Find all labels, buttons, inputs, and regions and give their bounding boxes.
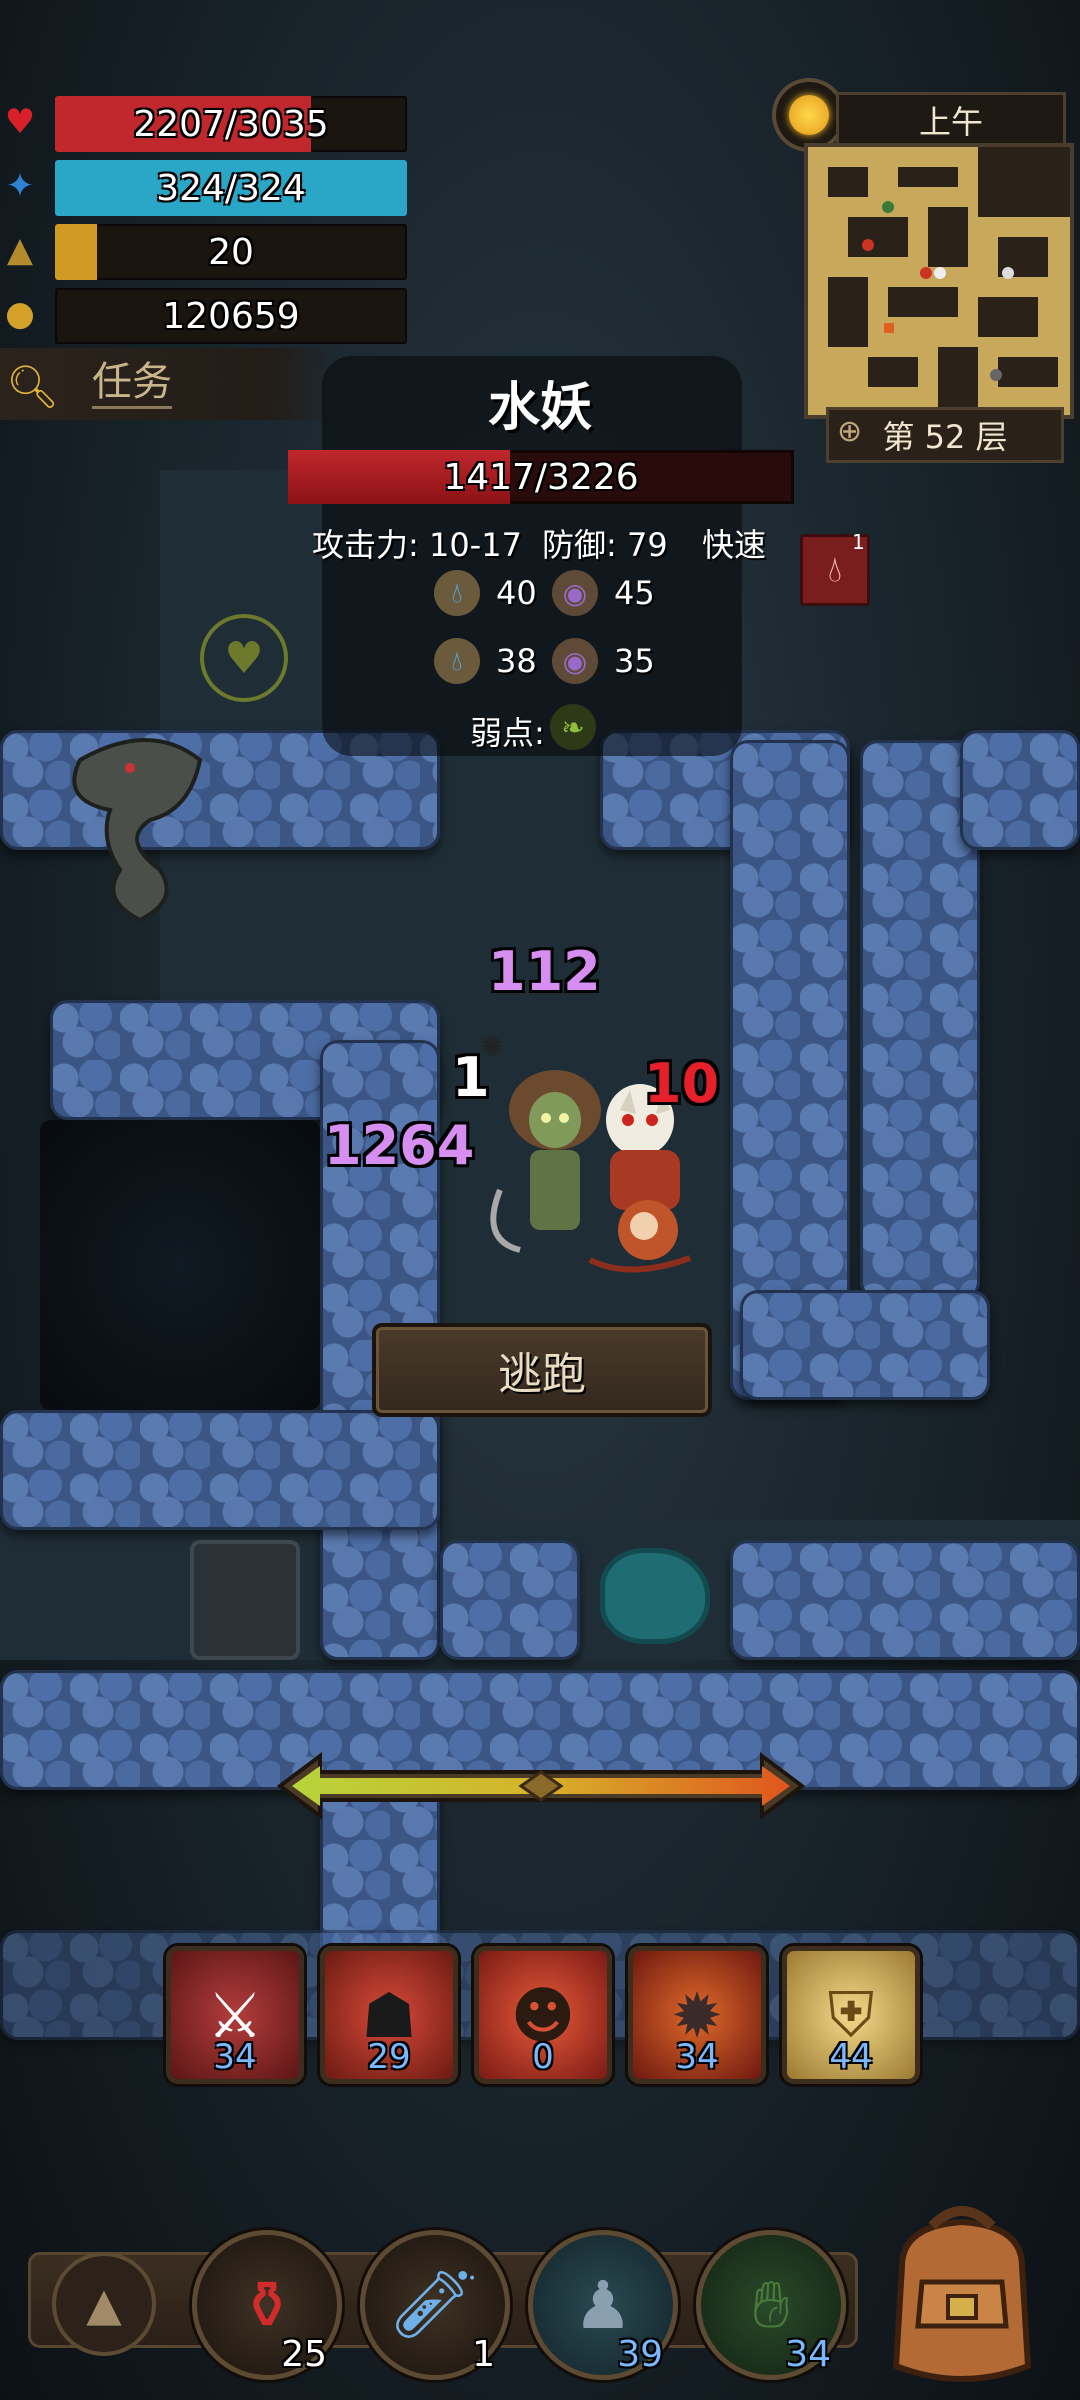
skill-count: 34 xyxy=(675,2037,719,2077)
quest-label[interactable]: 任务 xyxy=(92,358,172,409)
dark-defense-value: 35 xyxy=(614,642,655,680)
mp-text: 324/324 xyxy=(156,167,306,209)
dark-pit xyxy=(40,1120,320,1410)
floor-indicator[interactable]: ⊕ 第 52 层 xyxy=(826,407,1064,463)
item-count: 34 xyxy=(785,2334,831,2375)
turn-timeline-bar xyxy=(276,1752,806,1820)
minimap-grid xyxy=(808,147,1070,415)
serpent-monster-icon[interactable] xyxy=(40,700,220,930)
enemy-name: 水妖 xyxy=(487,378,592,438)
item-slot-1[interactable]: ⚱ 25 xyxy=(192,2230,342,2380)
dark-defense-icon: ◉ xyxy=(552,638,598,684)
status-stack-count: 1 xyxy=(852,530,865,554)
level-bar: 20 xyxy=(55,224,407,280)
gold-text: 120659 xyxy=(162,295,300,337)
stone-wall xyxy=(960,730,1080,850)
skill-slot-2[interactable]: ☗ 29 xyxy=(320,1946,458,2084)
enemy-hp-bar: 1417/3226 xyxy=(288,450,794,504)
mana-sparkle-icon: ✦ xyxy=(5,166,35,206)
minimap[interactable] xyxy=(804,143,1074,419)
dark-attack-value: 45 xyxy=(614,574,655,612)
stone-door-icon xyxy=(190,1540,300,1660)
expand-menu-button[interactable]: ▲ xyxy=(52,2252,156,2356)
damage-number: 1264 xyxy=(324,1114,475,1177)
stone-wall xyxy=(730,1540,1080,1660)
sun-icon xyxy=(789,95,829,135)
water-defense-value: 38 xyxy=(496,642,537,680)
enemy-speed: 快速 xyxy=(702,526,767,564)
flee-button[interactable]: 逃跑 xyxy=(372,1323,712,1417)
water-attack-icon: 💧︎ xyxy=(434,570,480,616)
dark-attack-icon: ◉ xyxy=(552,570,598,616)
floor-label: 第 52 层 xyxy=(882,418,1008,456)
heart-icon: ♥ xyxy=(4,102,36,142)
level-text: 20 xyxy=(208,231,254,273)
day-night-badge xyxy=(776,82,842,148)
backpack-icon[interactable] xyxy=(872,2196,1052,2392)
teal-slime-icon[interactable] xyxy=(600,1548,710,1644)
damage-number: 1 xyxy=(452,1046,490,1109)
skill-count: 0 xyxy=(532,2037,554,2077)
time-of-day: 上午 xyxy=(836,92,1066,148)
enemy-hp-text: 1417/3226 xyxy=(443,456,639,498)
hp-bar: 2207/3035 xyxy=(55,96,407,152)
skill-slot-3[interactable]: ☻ 0 xyxy=(474,1946,612,2084)
item-count: 1 xyxy=(472,2334,495,2375)
skill-count: 29 xyxy=(367,2037,411,2077)
damage-number: 112 xyxy=(488,940,601,1003)
leaf-weakness-icon: ❧ xyxy=(550,704,596,750)
zoom-icon[interactable]: ⊕ xyxy=(837,414,862,449)
item-count: 25 xyxy=(281,2334,327,2375)
gold-bar: 120659 xyxy=(55,288,407,344)
mp-bar: 324/324 xyxy=(55,160,407,216)
heart-sigil-icon: ♥ xyxy=(200,614,288,702)
skill-slot-4[interactable]: ✹ 34 xyxy=(628,1946,766,2084)
item-count: 39 xyxy=(617,2334,663,2375)
item-slot-3[interactable]: ♟ 39 xyxy=(528,2230,678,2380)
enemy-defense: 防御: 79 xyxy=(542,526,668,564)
stone-wall xyxy=(0,1410,440,1530)
stone-wall xyxy=(440,1540,580,1660)
skill-slot-1[interactable]: ⚔ 34 xyxy=(166,1946,304,2084)
gold-coins-icon: ● xyxy=(5,294,35,334)
stone-wall xyxy=(740,1290,990,1400)
skill-slot-5[interactable]: ⛨ 44 xyxy=(782,1946,920,2084)
item-slot-4[interactable]: ✋︎ 34 xyxy=(696,2230,846,2380)
magnifier-icon: 🔍︎ xyxy=(6,362,60,411)
up-triangle-icon: ▲ xyxy=(86,2277,122,2331)
skill-count: 44 xyxy=(829,2037,873,2077)
water-defense-icon: 💧︎ xyxy=(434,638,480,684)
blood-drop-icon: 💧︎ xyxy=(827,549,843,590)
level-triangle-icon: ▲ xyxy=(6,230,34,270)
item-slot-2[interactable]: 🧪︎ 1 xyxy=(360,2230,510,2380)
weakness-label: 弱点: xyxy=(470,714,545,752)
skill-count: 34 xyxy=(213,2037,257,2077)
water-attack-value: 40 xyxy=(496,574,537,612)
damage-number: 10 xyxy=(644,1052,720,1115)
enemy-attack: 攻击力: 10-17 xyxy=(312,526,522,564)
hp-text: 2207/3035 xyxy=(133,103,329,145)
